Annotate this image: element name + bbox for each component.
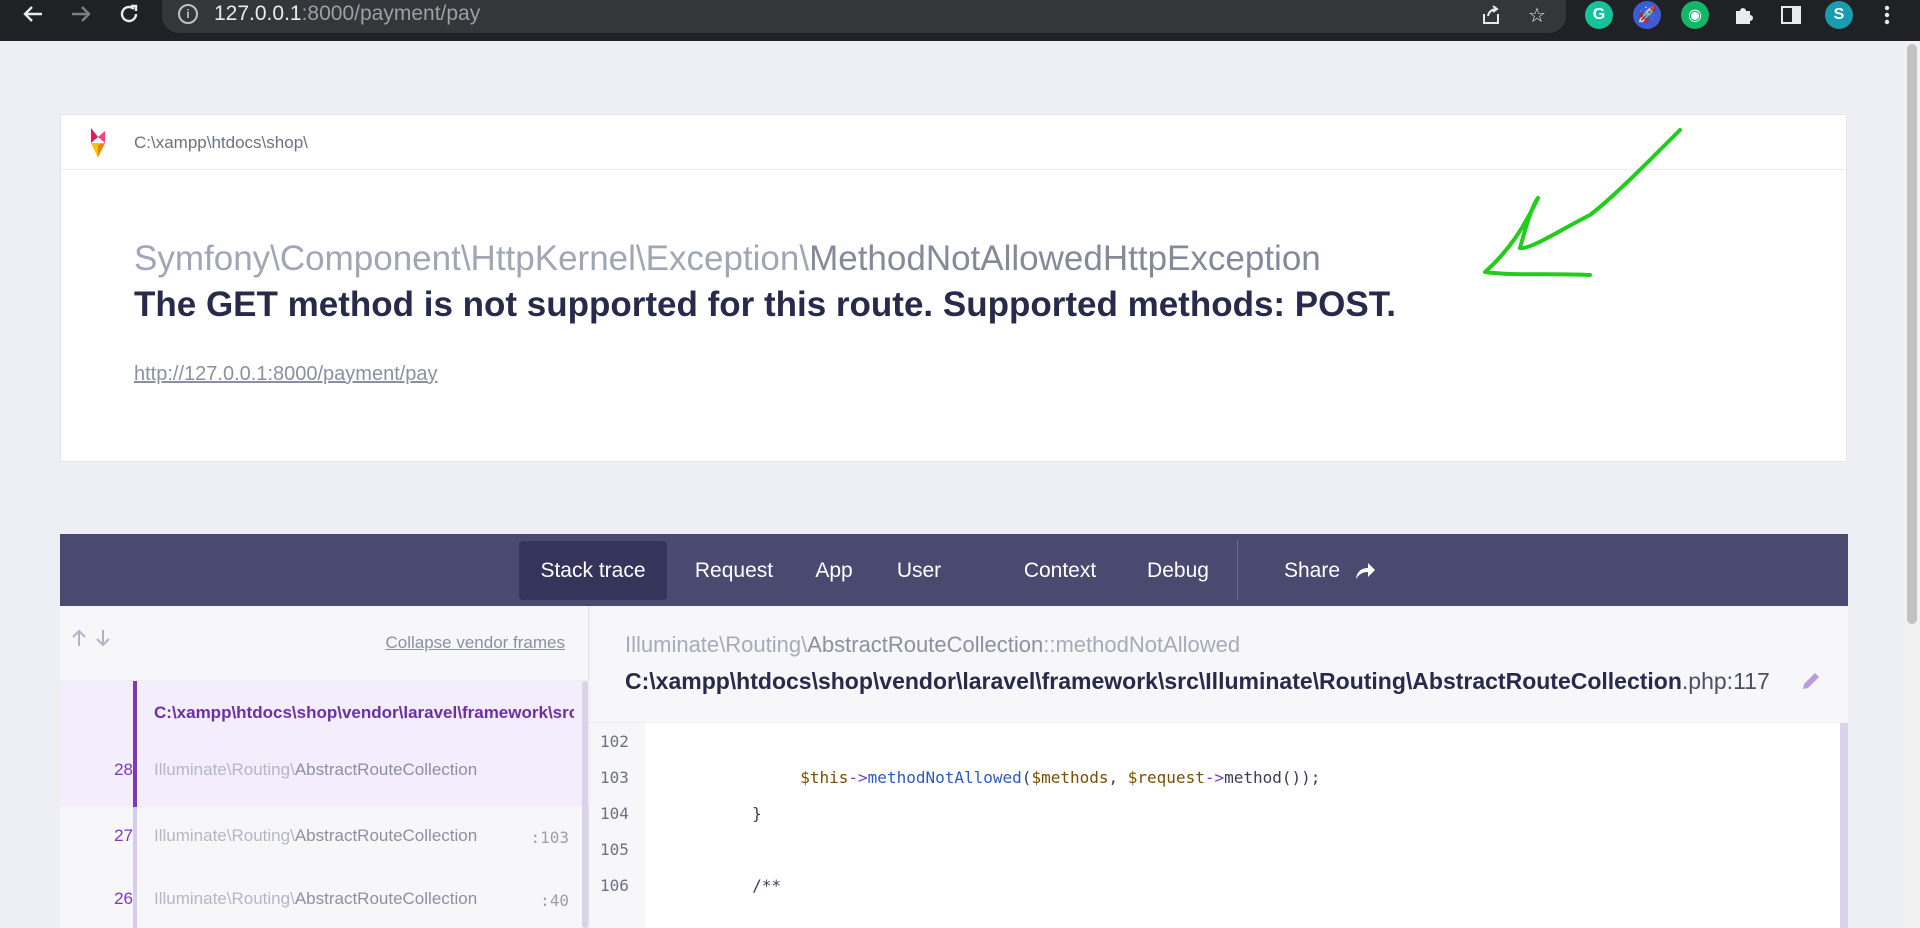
code-snippet-panel: Illuminate\Routing\AbstractRouteCollecti… (590, 606, 1848, 928)
code-line: 102 (590, 723, 1830, 759)
frame-indicator (133, 807, 137, 870)
tab-user[interactable]: User (883, 541, 955, 600)
stack-frame-active[interactable]: C:\xampp\htdocs\shop\vendor\laravel\fram… (60, 681, 589, 807)
line-number: 103 (600, 768, 629, 787)
frame-nav-arrows[interactable] (70, 628, 114, 654)
frame-number: 26 (114, 889, 133, 908)
code-line: 104 } (590, 795, 1830, 831)
tab-share-label: Share (1283, 558, 1341, 582)
line-number: 102 (600, 732, 629, 751)
edit-pencil-icon[interactable] (1800, 670, 1822, 692)
exception-message: The GET method is not supported for this… (134, 285, 1396, 324)
frame-indicator (133, 870, 137, 928)
arrow-annotation-icon (1483, 128, 1682, 277)
tab-request[interactable]: Request (684, 541, 784, 600)
tab-context[interactable]: Context (1005, 541, 1115, 600)
site-info-icon[interactable]: i (178, 4, 198, 24)
code-line: 103 $this->methodNotAllowed($methods, $r… (590, 759, 1830, 795)
stack-scrollbar[interactable] (582, 681, 588, 928)
rocket-extension-icon[interactable]: 🚀 (1633, 1, 1661, 29)
grammarly-extension-icon[interactable]: G (1585, 1, 1613, 29)
line-number: 104 (600, 804, 629, 823)
frame-line: :40 (540, 891, 569, 910)
frame-class: Illuminate\Routing\AbstractRouteCollecti… (154, 889, 478, 908)
code-text: $this->methodNotAllowed($methods, $reque… (800, 768, 1321, 787)
profile-avatar[interactable]: S (1825, 1, 1853, 29)
tab-bar: Stack trace Request App User Context Deb… (60, 534, 1848, 606)
line-number: 106 (600, 876, 629, 895)
ignition-logo-icon (91, 128, 105, 158)
frame-file: C:\xampp\htdocs\shop\vendor\laravel\fram… (154, 703, 574, 722)
address-url[interactable]: 127.0.0.1:8000/payment/pay (214, 2, 480, 26)
code-text: } (675, 804, 762, 823)
stack-header: Collapse vendor frames (60, 606, 589, 681)
tab-share[interactable]: Share (1260, 541, 1400, 600)
address-bar[interactable]: i 127.0.0.1:8000/payment/pay ☆ (162, 0, 1566, 33)
frame-indicator (133, 681, 137, 807)
browser-toolbar: i 127.0.0.1:8000/payment/pay ☆ G 🚀 ◉ S (0, 0, 1920, 41)
exception-name: MethodNotAllowedHttpException (809, 239, 1321, 278)
frame-function: Illuminate\Routing\AbstractRouteCollecti… (625, 632, 1241, 657)
stack-frame[interactable]: 26 Illuminate\Routing\AbstractRouteColle… (60, 870, 589, 928)
frame-file-path: C:\xampp\htdocs\shop\vendor\laravel\fram… (625, 668, 1770, 694)
tab-divider (1237, 540, 1238, 600)
frame-class: Illuminate\Routing\AbstractRouteCollecti… (154, 760, 478, 779)
stack-frames-panel: Collapse vendor frames C:\xampp\htdocs\s… (60, 606, 589, 928)
request-url-link[interactable]: http://127.0.0.1:8000/payment/pay (134, 363, 438, 386)
back-button[interactable] (15, 0, 51, 28)
line-number: 105 (600, 840, 629, 859)
share-arrow-icon (1356, 562, 1376, 579)
code-text: /** (675, 876, 781, 895)
page-scrollbar-thumb[interactable] (1907, 44, 1917, 624)
collapse-vendor-frames-link[interactable]: Collapse vendor frames (385, 633, 565, 653)
vpn-extension-icon[interactable]: ◉ (1681, 1, 1709, 29)
code-header: Illuminate\Routing\AbstractRouteCollecti… (590, 606, 1848, 723)
exception-class: Symfony\Component\HttpKernel\Exception\M… (134, 239, 1321, 279)
forward-button[interactable] (63, 0, 99, 28)
stack-frame[interactable]: 27 Illuminate\Routing\AbstractRouteColle… (60, 807, 589, 870)
frame-class: Illuminate\Routing\AbstractRouteCollecti… (154, 826, 478, 845)
bookmark-star-icon[interactable]: ☆ (1524, 2, 1550, 28)
tab-debug[interactable]: Debug (1133, 541, 1223, 600)
exception-namespace: Symfony\Component\HttpKernel\Exception\ (134, 239, 810, 278)
code-scrollbar[interactable] (1840, 723, 1848, 928)
share-page-icon[interactable] (1478, 2, 1504, 28)
frame-number: 28 (114, 760, 133, 779)
frame-line: :103 (530, 828, 569, 847)
frame-number: 27 (114, 826, 133, 845)
side-panel-icon[interactable] (1777, 1, 1805, 29)
browser-menu-icon[interactable] (1873, 1, 1901, 29)
reload-button[interactable] (111, 0, 147, 28)
tab-app[interactable]: App (799, 541, 869, 600)
code-line: 105 (590, 831, 1830, 867)
code-line: 106 /** (590, 867, 1830, 903)
tab-stack-trace[interactable]: Stack trace (519, 541, 667, 600)
project-path: C:\xampp\htdocs\shop\ (134, 133, 308, 152)
extensions-puzzle-icon[interactable] (1729, 1, 1757, 29)
